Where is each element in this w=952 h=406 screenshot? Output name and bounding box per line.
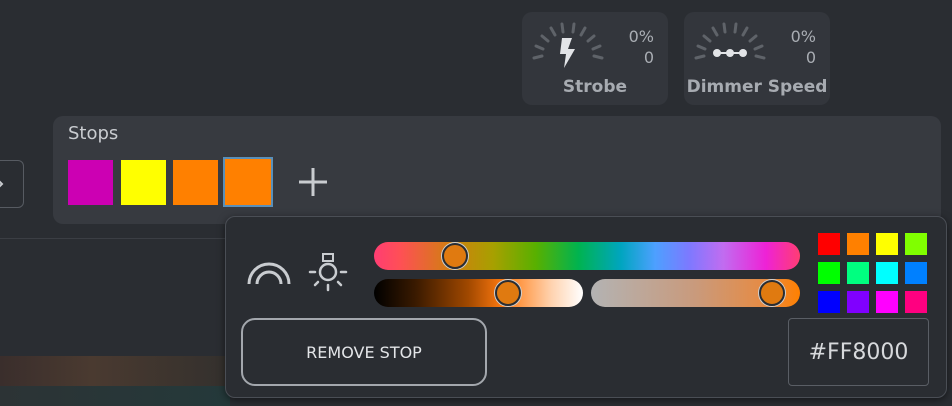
- knob-dimmer-speed[interactable]: 0% 0 Dimmer Speed: [684, 12, 830, 105]
- chevron-icon: [0, 180, 4, 188]
- lightness-slider[interactable]: [374, 279, 583, 307]
- palette-swatch[interactable]: [876, 291, 898, 313]
- palette-swatch[interactable]: [847, 291, 869, 313]
- divider: [0, 238, 230, 239]
- stop-swatch-1[interactable]: [68, 160, 113, 205]
- palette-swatch[interactable]: [818, 262, 840, 284]
- saturation-slider[interactable]: [591, 279, 800, 307]
- palette-swatch[interactable]: [905, 291, 927, 313]
- side-collapse-button[interactable]: [0, 160, 24, 208]
- knob-strobe[interactable]: 0% 0 Strobe: [522, 12, 668, 105]
- color-picker-popover: REMOVE STOP: [225, 216, 947, 398]
- background-gradient-strip: [0, 356, 230, 386]
- palette-swatch[interactable]: [818, 233, 840, 255]
- stop-swatch-3[interactable]: [173, 160, 218, 205]
- stops-panel: Stops: [53, 116, 941, 224]
- add-stop-button[interactable]: [296, 165, 330, 199]
- palette-swatch[interactable]: [847, 262, 869, 284]
- knob-value: 0: [805, 48, 816, 67]
- palette-swatch[interactable]: [847, 233, 869, 255]
- knob-label: Strobe: [562, 77, 628, 97]
- dots-line-icon: [713, 49, 747, 57]
- palette-swatch[interactable]: [876, 233, 898, 255]
- knob-label: Dimmer Speed: [686, 77, 828, 97]
- lightbulb-icon[interactable]: [306, 250, 350, 292]
- hex-color-input[interactable]: [788, 318, 929, 386]
- saturation-slider-thumb[interactable]: [759, 280, 786, 306]
- color-palette: [818, 233, 932, 317]
- background-gradient-strip: [0, 386, 230, 406]
- palette-swatch[interactable]: [905, 233, 927, 255]
- stop-swatch-4[interactable]: [223, 157, 273, 207]
- stop-swatch-2[interactable]: [121, 160, 166, 205]
- hue-slider-thumb[interactable]: [442, 243, 468, 269]
- lightning-icon: [560, 38, 575, 68]
- knob-percent: 0%: [790, 27, 816, 46]
- palette-swatch[interactable]: [905, 262, 927, 284]
- hue-slider[interactable]: [374, 242, 800, 270]
- stops-title: Stops: [68, 123, 119, 144]
- palette-swatch[interactable]: [818, 291, 840, 313]
- palette-swatch[interactable]: [876, 262, 898, 284]
- rainbow-icon[interactable]: [245, 256, 293, 286]
- knob-percent: 0%: [628, 27, 654, 46]
- knob-value: 0: [643, 48, 654, 67]
- plus-icon: [299, 168, 327, 196]
- lightness-slider-thumb[interactable]: [494, 280, 521, 306]
- remove-stop-button[interactable]: REMOVE STOP: [241, 318, 487, 386]
